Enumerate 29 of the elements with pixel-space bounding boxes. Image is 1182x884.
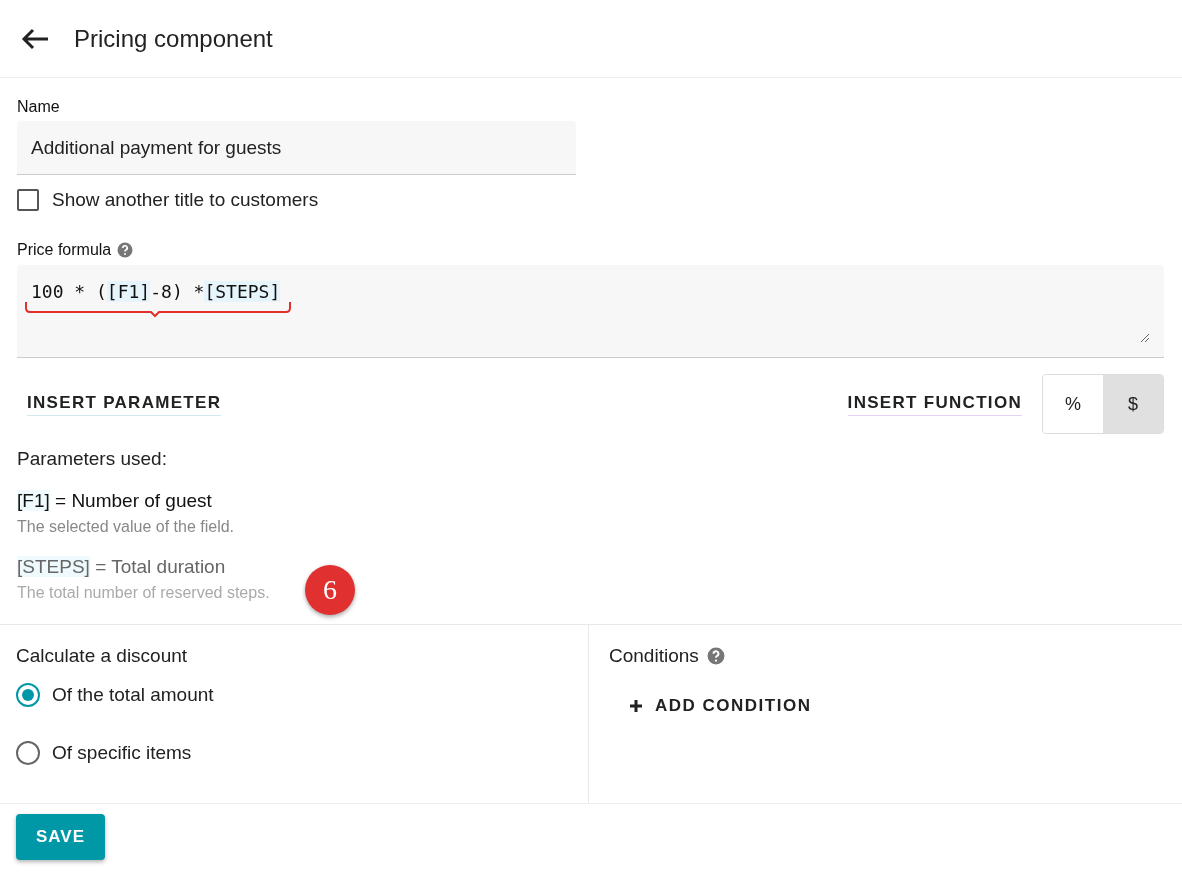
insert-function-button[interactable]: INSERT FUNCTION xyxy=(847,392,1022,416)
parameter-description: The selected value of the field. xyxy=(17,518,235,536)
help-icon[interactable] xyxy=(706,647,725,665)
add-condition-button[interactable]: ADD CONDITION xyxy=(623,695,818,717)
back-button[interactable] xyxy=(20,26,50,51)
checkbox-label: Show another title to customers xyxy=(52,189,319,211)
resize-handle-icon[interactable] xyxy=(1140,333,1150,343)
formula-field[interactable]: 100 * ([F1]-8) *[STEPS] xyxy=(17,265,1164,358)
radio-label: Of the total amount xyxy=(52,684,214,706)
parameter-description: The total number of reserved steps. xyxy=(17,584,270,602)
back-arrow-icon xyxy=(20,26,50,51)
page-title: Pricing component xyxy=(74,24,273,53)
help-icon[interactable] xyxy=(117,242,134,258)
section-title: Parameters used: xyxy=(17,448,168,470)
field-label: Price formula xyxy=(17,241,112,259)
parameter-name: [F1] = Number of guest xyxy=(17,490,212,512)
checkbox[interactable] xyxy=(17,189,39,211)
field-label: Name xyxy=(17,98,61,116)
radio-button[interactable] xyxy=(16,741,40,765)
unit-toggle[interactable]: $ xyxy=(1103,375,1163,433)
radio-label: Of specific items xyxy=(52,742,192,764)
radio-button[interactable] xyxy=(16,683,40,707)
plus-icon xyxy=(629,699,643,713)
step-badge: 6 xyxy=(305,565,355,615)
name-field[interactable]: Additional payment for guests xyxy=(17,121,576,175)
section-title: Calculate a discount xyxy=(16,645,189,667)
insert-parameter-button[interactable]: INSERT PARAMETER xyxy=(27,392,222,416)
section-title: Conditions xyxy=(609,645,699,667)
parameter-name: [STEPS] = Total duration xyxy=(17,556,226,578)
